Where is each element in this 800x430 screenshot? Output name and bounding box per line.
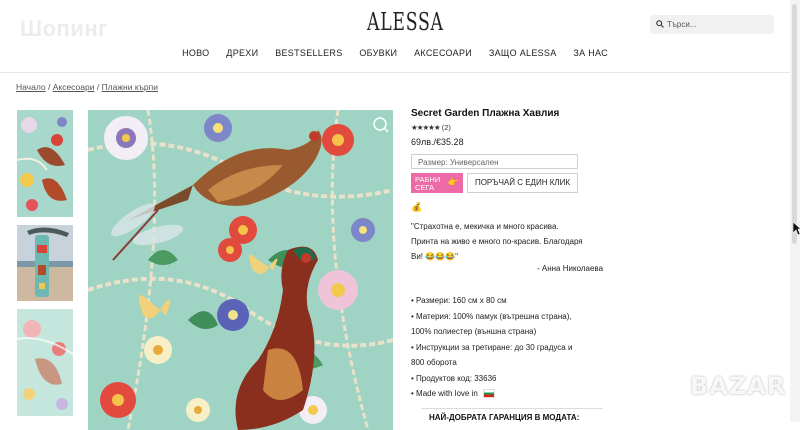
spec-line: • Made with love in [411,389,478,398]
scrollbar-thumb[interactable] [792,4,797,244]
nav-item-clothes[interactable]: ДРЕХИ [226,48,258,58]
size-select[interactable]: Размер: Универсален [411,154,578,169]
main-nav: НОВО ДРЕХИ BESTSELLERS ОБУВКИ АКСЕСОАРИ … [0,48,790,58]
thumbnail-2[interactable] [17,225,73,301]
spec-line: • Инструкции за третиране: до 30 градуса… [411,342,573,352]
add-to-cart-button[interactable]: РАБНИ СЕГА 👉 [411,173,463,193]
breadcrumb-beach-towels[interactable]: Плажни кърпи [102,82,158,92]
nav-item-accessories[interactable]: АКСЕСОАРИ [414,48,472,58]
spec-line: 100% полиестер (външна страна) [411,327,537,336]
search-input[interactable] [667,17,767,32]
review-author: - Анна Николаева [537,264,604,273]
ghost-title: Шопинг [20,16,108,41]
product-price: 69лв./€35.28 [411,137,464,147]
bulgarian-flag-icon [483,389,496,399]
rating-stars: ★★★★★ [411,123,441,132]
mouse-cursor-icon [793,222,800,236]
spec-line: • Продуктов код: 33636 [411,373,497,383]
spec-line: • Размери: 160 см x 80 см [411,296,507,305]
breadcrumb-home[interactable]: Начало [16,82,46,92]
nav-item-new[interactable]: НОВО [182,48,209,58]
hand-pointer-icon: 👉 [447,177,459,187]
breadcrumb-accessories[interactable]: Аксесоари [53,82,95,92]
towel-thumbnail-image [17,110,73,217]
towel-pattern-artwork [88,110,393,430]
review-count[interactable]: (2) [442,123,451,132]
main-product-image[interactable] [88,110,393,430]
product-title: Secret Garden Плажна Хавлия [411,108,560,119]
search-icon [656,20,664,28]
product-specs: • Размери: 160 см x 80 см • Материя: 100… [411,293,601,402]
review-line: Ви! 😂😂😂" [411,252,458,261]
spec-line: • Материя: 100% памук (вътрешна страна), [411,311,572,321]
thumbnail-3[interactable] [17,309,73,416]
one-click-order-button[interactable]: ПОРЪЧАЙ С ЕДИН КЛИК [467,173,578,193]
product-rating[interactable]: ★★★★★ (2) [411,123,451,132]
nav-item-why-alessa[interactable]: ЗАЩО ALESSA [489,48,557,58]
search-box[interactable] [650,15,774,34]
money-bag-icon: 💰 [411,202,423,212]
review-line: "Страхотна е, мекичка и много красива. [411,222,559,231]
bazar-watermark-logo: BAZAR [690,372,787,400]
divider [421,408,603,409]
beach-photo-thumbnail-image [17,225,73,301]
nav-item-shoes[interactable]: ОБУВКИ [359,48,397,58]
spec-line-made-with-love: • Made with love in [411,386,601,402]
customer-review: "Страхотна е, мекичка и много красива. П… [411,219,611,264]
add-button-line2: СЕГА [415,183,434,192]
nav-item-bestsellers[interactable]: BESTSELLERS [275,48,342,58]
guarantee-heading: НАЙ-ДОБРАТА ГАРАНЦИЯ В МОДАТА: [429,413,580,422]
nav-item-about[interactable]: ЗА НАС [573,48,608,58]
towel-detail-thumbnail-image [17,309,73,416]
site-header: Шопинг ALESSA НОВО ДРЕХИ BESTSELLERS ОБУ… [0,0,790,73]
breadcrumb: Начало / Аксесоари / Плажни кърпи [16,82,158,92]
spec-line: 800 оборота [411,358,457,367]
alessa-logo[interactable]: ALESSA [367,8,444,36]
review-line: Принта на живо е много по-красив. Благод… [411,237,583,246]
thumbnail-1[interactable] [17,110,73,217]
